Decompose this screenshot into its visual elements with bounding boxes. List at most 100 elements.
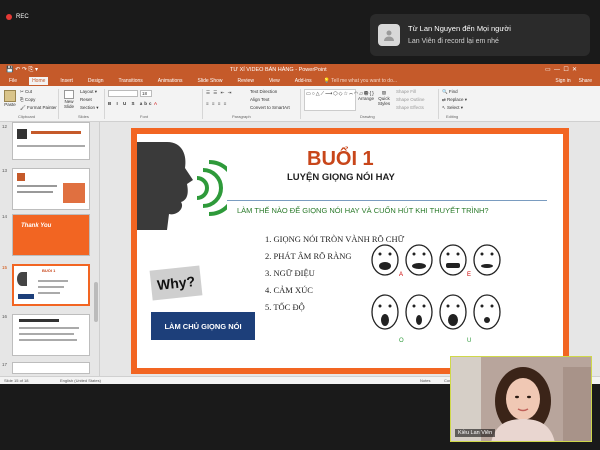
text-direction-label: Text Direction [250, 89, 278, 94]
tab-file[interactable]: File [6, 77, 20, 85]
ribbon-tabs: File Home Insert Design Transitions Anim… [0, 76, 600, 86]
account-links: Sign in Share [555, 78, 592, 84]
replace-button[interactable]: ⇄ Replace ▾ [442, 97, 467, 103]
shape-fill-button[interactable]: Shape Fill [396, 89, 416, 94]
divider [58, 89, 59, 119]
font-name-select[interactable] [108, 90, 138, 97]
arrange-button[interactable]: ▦ Arrange [358, 90, 374, 101]
tab-animations[interactable]: Animations [155, 77, 186, 85]
divider [202, 89, 203, 119]
text-direction-button[interactable]: Text Direction [250, 89, 277, 94]
list-buttons[interactable]: ☰ ☰ ⇤ ⇥ [206, 90, 232, 96]
new-slide-button[interactable]: New Slide [62, 90, 76, 109]
powerpoint-window: 💾 ↶ ↷ ⎘ ▾ TƯ XÍ VIDEO BÁN HÀNG - PowerPo… [0, 64, 600, 384]
thumb-text-line [17, 185, 57, 187]
slide-thumbnail-12[interactable] [12, 122, 90, 160]
speaking-head-icon [137, 142, 227, 230]
notes-button[interactable]: Notes [420, 378, 430, 383]
font-color-button[interactable]: A [154, 101, 157, 106]
participant-video[interactable]: Kiều Lan Viên [450, 356, 592, 442]
group-label-editing: Editing [446, 114, 459, 119]
quick-styles-label: Quick Styles [377, 96, 391, 106]
quick-styles-button[interactable]: ▨ Quick Styles [376, 90, 392, 106]
thumb-title-bar [31, 131, 81, 134]
format-painter-button[interactable]: 🖌 Format Painter [20, 105, 57, 111]
new-slide-label: New Slide [63, 99, 74, 109]
thumb-text-line [17, 145, 85, 147]
thumb-button [18, 294, 34, 299]
slide-thumbnail-15-selected[interactable]: BUỔI 1 [12, 264, 90, 306]
tab-add-ins[interactable]: Add-ins [292, 77, 315, 85]
align-text-button[interactable]: Align Text [250, 97, 269, 102]
tab-home[interactable]: Home [29, 77, 49, 85]
window-controls[interactable]: ▭ — ☐ ✕ [545, 66, 577, 73]
layout-label: Layout [80, 89, 94, 94]
find-button[interactable]: 🔍 Find [442, 89, 458, 95]
divider [300, 89, 301, 119]
quick-access-icons[interactable]: 💾 ↶ ↷ ⎘ ▾ [6, 66, 38, 74]
recording-indicator: REC [6, 14, 29, 20]
slide-thumbnail-17[interactable] [12, 362, 90, 374]
thumbnail-scrollbar[interactable] [94, 282, 98, 322]
thumb-number: 12 [2, 124, 8, 129]
thumb-text-line [19, 339, 77, 341]
tab-review[interactable]: Review [235, 77, 257, 85]
smartart-button[interactable]: Convert to SmartArt [250, 105, 290, 110]
master-voice-button: LÀM CHỦ GIỌNG NÓI [151, 312, 255, 340]
section-button[interactable]: Section ▾ [80, 105, 99, 111]
copy-button[interactable]: ⎘ Copy [20, 97, 35, 102]
tab-design[interactable]: Design [85, 77, 107, 85]
thumb-number: 17 [2, 362, 8, 367]
paste-label: Paste [4, 102, 16, 107]
svg-text:E: E [467, 272, 471, 278]
find-label: Find [448, 89, 458, 94]
thumb-number: 15 [2, 265, 8, 270]
thumb-image [63, 183, 85, 203]
font-size-select[interactable]: 18 [140, 90, 152, 97]
sign-in-link[interactable]: Sign in [555, 78, 570, 84]
zoom-top-bar: REC Từ Lan Nguyen đến Mọi người Lan Viên… [0, 0, 600, 65]
share-button[interactable]: Share [579, 78, 592, 84]
format-painter-label: Format Painter [26, 105, 57, 110]
shape-effects-label: Shape Effects [396, 105, 424, 110]
shapes-gallery[interactable]: ▭○△⟋⟶⬡◇☆⌒◠▱⬠{} [304, 89, 374, 111]
chat-notification[interactable]: Từ Lan Nguyen đến Mọi người Lan Viên đi … [370, 14, 590, 56]
paste-button[interactable]: Paste [4, 90, 16, 107]
shape-fill-label: Shape Fill [396, 89, 417, 94]
slide-thumbnail-13[interactable] [12, 168, 90, 210]
slide-thumbnails-pane: 12 13 14 Thank You 15 BUỔI 1 16 17 [0, 122, 100, 376]
tab-transitions[interactable]: Transitions [116, 77, 146, 85]
slide-thumbnail-14[interactable]: Thank You [12, 214, 90, 256]
shape-outline-button[interactable]: Shape Outline [396, 97, 425, 102]
language-indicator[interactable]: English (United States) [60, 378, 101, 383]
thumb-graphic [17, 173, 25, 181]
shape-outline-label: Shape Outline [396, 97, 425, 102]
group-label-drawing: Drawing [360, 114, 375, 119]
layout-button[interactable]: Layout ▾ [80, 89, 97, 95]
thumb-text-line [17, 191, 53, 193]
notification-message: Lan Viên đi record lại em nhé [408, 38, 499, 45]
tell-me-search[interactable]: 💡 Tell me what you want to do... [324, 78, 397, 84]
group-label-font: Font [140, 114, 149, 119]
why-sign: Why? [149, 265, 203, 301]
shape-effects-button[interactable]: Shape Effects [396, 105, 424, 110]
align-buttons[interactable]: ≡ ≡ ≡ ≡ [206, 101, 227, 106]
cut-button[interactable]: ✂ Cut [20, 89, 32, 95]
slide-thumbnail-16[interactable] [12, 314, 90, 356]
notification-sender: Từ Lan Nguyen đến Mọi người [408, 24, 511, 33]
select-button[interactable]: ↖ Select ▾ [442, 105, 463, 111]
divider-line [227, 200, 547, 201]
current-slide[interactable]: BUỔI 1 LUYỆN GIỌNG NÓI HAY LÀM THẾ NÀO Đ… [131, 128, 569, 374]
cut-label: Cut [25, 89, 33, 94]
reset-button[interactable]: Reset [80, 97, 92, 102]
section-label: Section [80, 105, 96, 110]
tab-slide-show[interactable]: Slide Show [195, 77, 226, 85]
divider [438, 89, 439, 119]
tab-view[interactable]: View [266, 77, 283, 85]
slide-counter: Slide 15 of 18 [4, 378, 29, 383]
thumb-text-line [19, 327, 79, 329]
slide-title: BUỔI 1 [307, 148, 374, 170]
tab-insert[interactable]: Insert [57, 77, 76, 85]
font-format-buttons[interactable]: B I U S abc [108, 101, 154, 106]
tell-me-text: Tell me what you want to do... [331, 78, 398, 84]
